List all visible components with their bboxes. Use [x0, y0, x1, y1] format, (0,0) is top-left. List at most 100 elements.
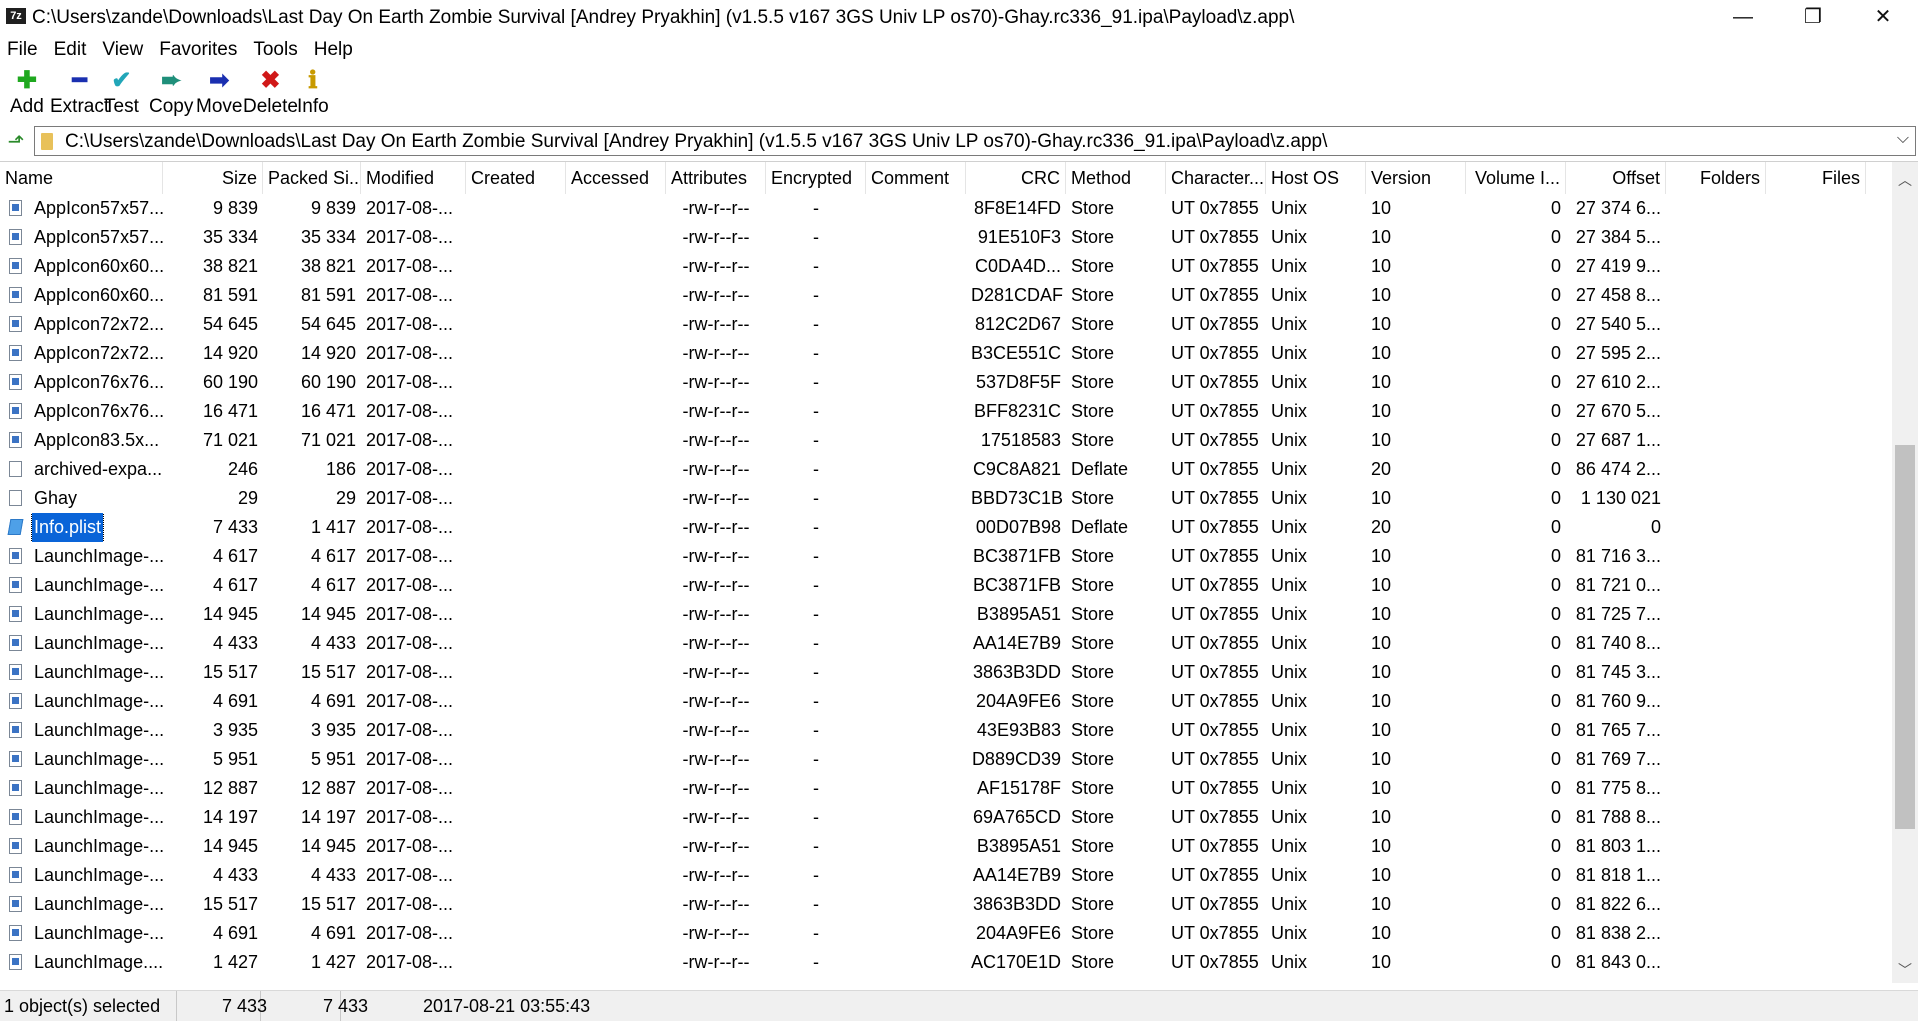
table-row[interactable]: LaunchImage-... 5 951 5 951 2017-08-... -rw-…	[0, 745, 1890, 774]
cell-chars: UT 0x7855	[1171, 952, 1259, 972]
table-row[interactable]: LaunchImage-... 3 935 3 935 2017-08-... -rw-…	[0, 716, 1890, 745]
test-button[interactable]: ✔ Test	[104, 66, 139, 118]
cell-chars: UT 0x7855	[1171, 401, 1259, 421]
column-header-created[interactable]: Created	[466, 162, 566, 194]
cell-version: 10	[1371, 604, 1392, 624]
cell-modified: 2017-08-...	[366, 227, 454, 247]
column-header-character[interactable]: Character...	[1166, 162, 1266, 194]
add-button[interactable]: ✚ Add	[10, 66, 44, 118]
menu-favorites[interactable]: Favorites	[152, 36, 246, 61]
file-name-cell: LaunchImage-...	[0, 861, 163, 890]
table-row[interactable]: LaunchImage-... 4 433 4 433 2017-08-... -rw-…	[0, 629, 1890, 658]
up-folder-icon[interactable]: ⬏	[4, 130, 28, 154]
minimize-button[interactable]: —	[1708, 0, 1778, 36]
scroll-down-icon[interactable]: ﹀	[1892, 957, 1918, 983]
menu-tools[interactable]: Tools	[246, 36, 306, 61]
close-button[interactable]: ✕	[1848, 0, 1918, 36]
table-row[interactable]: AppIcon76x76... 60 190 60 190 2017-08-... -r…	[0, 368, 1890, 397]
image-file-icon	[9, 664, 22, 680]
column-header-version[interactable]: Version	[1366, 162, 1466, 194]
column-header-encrypted[interactable]: Encrypted	[766, 162, 866, 194]
cell-volume: 0	[1550, 256, 1561, 276]
cell-modified: 2017-08-...	[366, 517, 454, 537]
table-row[interactable]: AppIcon57x57... 9 839 9 839 2017-08-... -rw-…	[0, 194, 1890, 223]
maximize-button[interactable]: ❐	[1778, 0, 1848, 36]
chevron-down-icon[interactable]: ⌵	[1897, 130, 1909, 148]
table-row[interactable]: LaunchImage-... 4 617 4 617 2017-08-... -rw-…	[0, 542, 1890, 571]
table-row[interactable]: archived-expa... 246 186 2017-08-... -rw-r--…	[0, 455, 1890, 484]
path-input[interactable]: C:\Users\zande\Downloads\Last Day On Ear…	[34, 126, 1916, 156]
column-header-host-os[interactable]: Host OS	[1266, 162, 1366, 194]
cell-version: 10	[1371, 372, 1392, 392]
image-file-icon	[9, 751, 22, 767]
table-row[interactable]: LaunchImage-... 4 433 4 433 2017-08-... -rw-…	[0, 861, 1890, 890]
cell-offset: 81 716 3...	[1575, 546, 1661, 566]
table-row[interactable]: LaunchImage.... 1 427 1 427 2017-08-... -rw-…	[0, 948, 1890, 977]
cell-size: 1 427	[212, 952, 258, 972]
table-row[interactable]: LaunchImage-... 15 517 15 517 2017-08-... -r…	[0, 890, 1890, 919]
table-row[interactable]: AppIcon72x72... 14 920 14 920 2017-08-... -r…	[0, 339, 1890, 368]
cell-volume: 0	[1550, 865, 1561, 885]
menu-edit[interactable]: Edit	[47, 36, 96, 61]
cell-host: Unix	[1271, 459, 1308, 479]
info-button[interactable]: ℹ Info	[297, 66, 329, 118]
column-header-name[interactable]: Name	[0, 162, 163, 194]
table-row[interactable]: AppIcon60x60... 38 821 38 821 2017-08-... -r…	[0, 252, 1890, 281]
table-row[interactable]: Info.plist 7 433 1 417 2017-08-... -rw-r--r-…	[0, 513, 1890, 542]
scroll-up-icon[interactable]: ︿	[1892, 167, 1918, 193]
column-header-files[interactable]: Files	[1766, 162, 1866, 194]
column-header-crc[interactable]: CRC	[966, 162, 1066, 194]
table-row[interactable]: LaunchImage-... 4 691 4 691 2017-08-... -rw-…	[0, 687, 1890, 716]
cell-modified: 2017-08-...	[366, 430, 454, 450]
table-row[interactable]: AppIcon76x76... 16 471 16 471 2017-08-... -r…	[0, 397, 1890, 426]
menu-file[interactable]: File	[0, 36, 47, 61]
scrollbar-thumb[interactable]	[1895, 445, 1915, 829]
menu-help[interactable]: Help	[307, 36, 362, 61]
cell-attributes: -rw-r--r--	[682, 256, 750, 276]
status-bar: 1 object(s) selected 7 433 7 433 2017-08…	[0, 990, 1918, 1021]
extract-button[interactable]: ━ Extract	[50, 66, 109, 118]
cell-method: Store	[1071, 575, 1115, 595]
table-row[interactable]: LaunchImage-... 14 197 14 197 2017-08-... -r…	[0, 803, 1890, 832]
table-row[interactable]: LaunchImage-... 12 887 12 887 2017-08-... -r…	[0, 774, 1890, 803]
toolbar-label: Extract	[50, 96, 110, 117]
column-header-packed-si[interactable]: Packed Si...	[263, 162, 361, 194]
cell-host: Unix	[1271, 488, 1308, 508]
column-header-modified[interactable]: Modified	[361, 162, 466, 194]
column-header-method[interactable]: Method	[1066, 162, 1166, 194]
file-name: LaunchImage-...	[34, 865, 163, 885]
delete-button[interactable]: ✖ Delete	[243, 66, 298, 118]
column-header-size[interactable]: Size	[163, 162, 263, 194]
toolbar-label: Move	[196, 96, 243, 117]
move-button[interactable]: ➡ Move	[196, 66, 242, 118]
cell-size: 3 935	[212, 720, 258, 740]
cell-crc: B3895A51	[976, 604, 1061, 624]
file-name-cell: AppIcon57x57...	[0, 223, 163, 252]
file-rows: AppIcon57x57... 9 839 9 839 2017-08-... -rw-…	[0, 194, 1890, 983]
table-row[interactable]: LaunchImage-... 4 617 4 617 2017-08-... -rw-…	[0, 571, 1890, 600]
table-row[interactable]: LaunchImage-... 15 517 15 517 2017-08-... -r…	[0, 658, 1890, 687]
table-row[interactable]: AppIcon57x57... 35 334 35 334 2017-08-... -r…	[0, 223, 1890, 252]
column-header-folders[interactable]: Folders	[1666, 162, 1766, 194]
menu-view[interactable]: View	[95, 36, 152, 61]
table-row[interactable]: AppIcon83.5x... 71 021 71 021 2017-08-... -r…	[0, 426, 1890, 455]
cell-modified: 2017-08-...	[366, 662, 454, 682]
column-header-attributes[interactable]: Attributes	[666, 162, 766, 194]
column-header-comment[interactable]: Comment	[866, 162, 966, 194]
table-row[interactable]: Ghay 29 29 2017-08-... -rw-r--r-- - BBD73C1B St…	[0, 484, 1890, 513]
column-header-accessed[interactable]: Accessed	[566, 162, 666, 194]
column-header-offset[interactable]: Offset	[1566, 162, 1666, 194]
file-name: AppIcon72x72...	[34, 314, 163, 334]
table-row[interactable]: LaunchImage-... 14 945 14 945 2017-08-... -r…	[0, 600, 1890, 629]
table-row[interactable]: AppIcon60x60... 81 591 81 591 2017-08-... -r…	[0, 281, 1890, 310]
table-row[interactable]: LaunchImage-... 14 945 14 945 2017-08-... -r…	[0, 832, 1890, 861]
table-row[interactable]: AppIcon72x72... 54 645 54 645 2017-08-... -r…	[0, 310, 1890, 339]
column-header-volume-i[interactable]: Volume I...	[1466, 162, 1566, 194]
vertical-scrollbar[interactable]: ︿ ﹀	[1892, 162, 1918, 983]
cell-version: 20	[1371, 517, 1392, 537]
cell-packed: 81 591	[300, 285, 356, 305]
image-file-icon	[9, 200, 22, 216]
copy-button[interactable]: ➨ Copy	[149, 66, 193, 118]
cell-method: Store	[1071, 778, 1115, 798]
table-row[interactable]: LaunchImage-... 4 691 4 691 2017-08-... -rw-…	[0, 919, 1890, 948]
